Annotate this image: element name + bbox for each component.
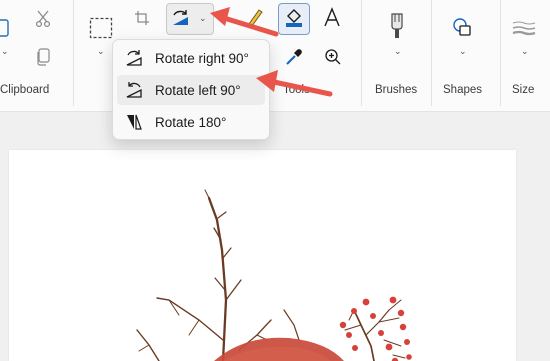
menu-item-rotate-right[interactable]: Rotate right 90° [117,43,265,73]
annotation-arrow-icon [210,7,279,37]
shapes-chevron-icon[interactable]: ⌄ [459,46,467,57]
menu-item-rotate-180[interactable]: Rotate 180° [117,107,265,137]
cut-icon[interactable] [35,10,51,28]
paste-chevron-icon[interactable]: ⌄ [1,46,9,57]
shapes-icon[interactable] [452,17,472,37]
rotate-left-icon [126,82,142,98]
select-chevron-icon[interactable]: ⌄ [97,46,105,57]
separator [361,0,362,106]
separator [500,0,501,106]
group-label-size: Size [512,84,535,96]
brush-icon[interactable] [388,13,406,39]
text-icon[interactable] [323,7,341,27]
rotate-icon[interactable] [171,9,191,27]
group-label-clipboard: Clipboard [0,84,50,96]
menu-item-rotate-left[interactable]: Rotate left 90° [117,75,265,105]
rotate-180-icon [127,114,142,130]
select-rectangle-icon[interactable] [89,17,113,39]
brushes-chevron-icon[interactable]: ⌄ [394,46,402,57]
separator [431,0,432,106]
rotate-right-icon [126,50,142,66]
menu-item-label: Rotate right 90° [155,50,249,66]
paste-icon[interactable] [0,16,12,38]
watercolor-painting [136,189,412,361]
group-label-brushes: Brushes [375,84,418,96]
group-label-shapes: Shapes [443,84,483,96]
fill-bucket-icon[interactable] [284,8,304,28]
copy-icon[interactable] [36,48,50,66]
crop-icon[interactable] [134,10,150,26]
drawing-canvas[interactable] [9,150,516,361]
menu-item-label: Rotate left 90° [155,82,241,98]
annotation-arrow-icon [256,70,333,97]
rotate-menu: Rotate right 90° Rotate left 90° Rotate … [112,39,270,140]
size-chevron-icon[interactable]: ⌄ [521,46,529,57]
color-picker-icon[interactable] [285,48,303,66]
stroke-size-icon[interactable] [512,20,536,36]
menu-item-label: Rotate 180° [155,114,227,130]
separator [73,0,74,106]
magnifier-icon[interactable] [324,48,342,66]
